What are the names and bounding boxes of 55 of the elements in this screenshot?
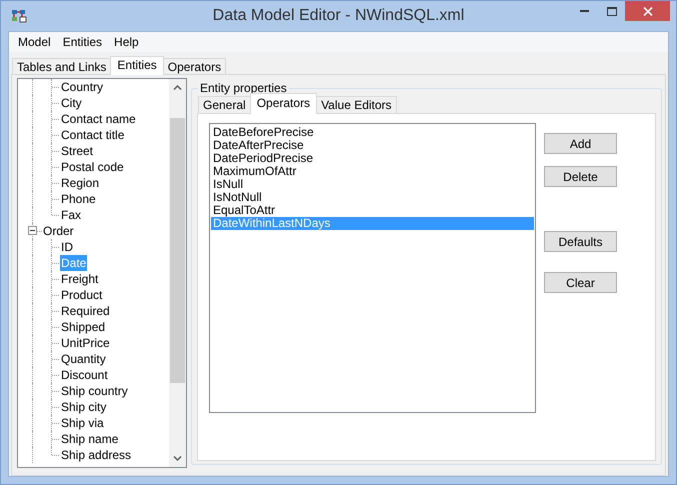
scrollbar-thumb[interactable] — [170, 118, 185, 383]
tree-item[interactable]: ID — [60, 239, 74, 255]
tree-item[interactable]: Street — [60, 143, 94, 159]
tree-item[interactable]: Discount — [60, 367, 109, 383]
tab[interactable]: Tables and Links — [12, 58, 112, 75]
list-item[interactable]: IsNotNull — [211, 191, 534, 204]
tree-item[interactable]: Shipped — [60, 319, 106, 335]
scroll-down-icon[interactable] — [173, 456, 182, 461]
operators-list[interactable]: DateBeforePrecise DateAfterPrecise DatePeriodPrecise MaximumOfAttr IsNull IsNotNull EqualToAttr DateWithinLastNDays — [209, 123, 536, 413]
window-title: Data Model Editor - NWindSQL.xml — [212, 6, 466, 26]
list-item[interactable]: EqualToAttr — [211, 204, 534, 217]
tree-item[interactable]: Freight — [60, 271, 100, 287]
tree-item[interactable]: City — [60, 95, 83, 111]
tab[interactable]: Operators — [162, 58, 226, 75]
tree-item[interactable]: Country — [60, 79, 104, 95]
tree-item[interactable]: Contact title — [60, 127, 126, 143]
collapse-icon[interactable] — [28, 226, 37, 235]
tree-item[interactable]: Ship name — [60, 431, 120, 447]
list-item[interactable]: DateAfterPrecise — [211, 139, 534, 152]
menu-item[interactable]: Entities — [56, 33, 108, 51]
tree-item[interactable]: Contact name — [60, 111, 137, 127]
tree-item[interactable]: Phone — [60, 191, 97, 207]
tree-item[interactable]: Ship address — [60, 447, 132, 463]
minimize-icon — [580, 10, 589, 12]
tree-item[interactable]: Ship via — [60, 415, 105, 431]
tree-item[interactable]: Ship city — [60, 399, 108, 415]
tree-item[interactable]: Order — [42, 223, 75, 239]
list-item[interactable]: IsNull — [211, 178, 534, 191]
button[interactable]: Delete — [544, 166, 617, 187]
tab[interactable]: Entities — [110, 56, 164, 75]
app-icon — [11, 9, 27, 23]
tree-item[interactable]: UnitPrice — [60, 335, 111, 351]
tree-item[interactable]: Region — [60, 175, 100, 191]
tree-item[interactable]: Fax — [60, 207, 82, 223]
close-button[interactable] — [625, 1, 670, 21]
group-title: Entity properties — [198, 81, 289, 95]
tree-item[interactable]: Product — [60, 287, 104, 303]
tree-item[interactable]: Ship country — [60, 383, 129, 399]
list-item[interactable]: MaximumOfAttr — [211, 165, 534, 178]
close-icon — [642, 6, 652, 16]
button[interactable]: Defaults — [544, 231, 617, 252]
button[interactable]: Clear — [544, 272, 617, 293]
list-item[interactable]: DateBeforePrecise — [211, 126, 534, 139]
maximize-icon — [606, 6, 616, 16]
scroll-up-icon[interactable] — [173, 85, 182, 90]
tree-item[interactable]: Postal code — [60, 159, 125, 175]
list-item[interactable]: DatePeriodPrecise — [211, 152, 534, 165]
tab[interactable]: General — [198, 96, 251, 114]
tree-item[interactable]: Quantity — [60, 351, 107, 367]
tab[interactable]: Value Editors — [316, 96, 397, 114]
tree-item[interactable]: Required — [60, 303, 111, 319]
menu-item[interactable]: Model — [12, 33, 57, 51]
button[interactable]: Add — [544, 133, 617, 154]
tab[interactable]: Operators — [250, 93, 318, 114]
menu-item[interactable]: Help — [108, 33, 145, 51]
